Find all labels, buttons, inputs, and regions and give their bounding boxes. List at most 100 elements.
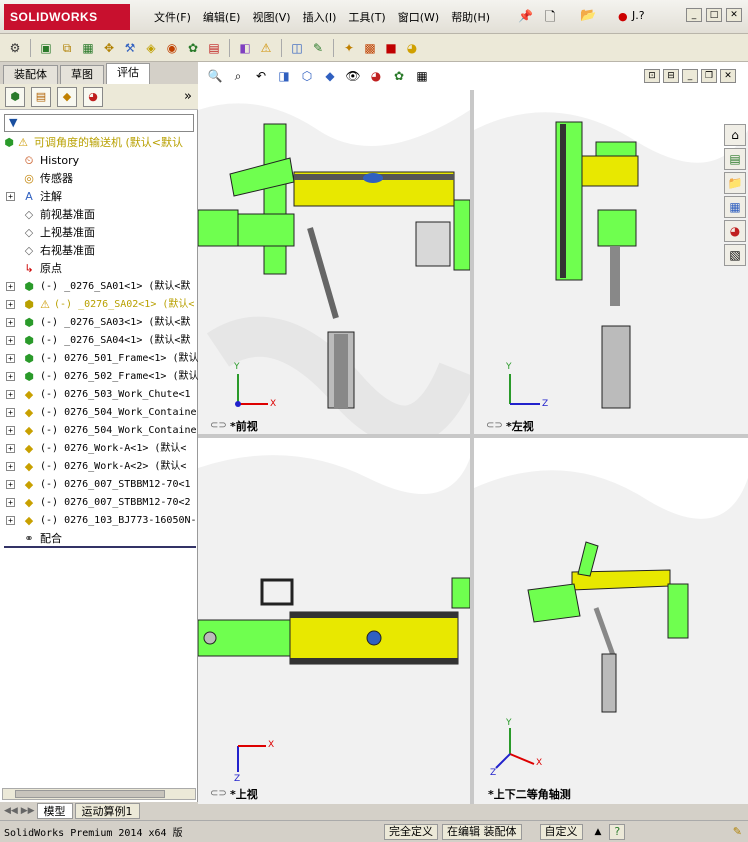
tree-item[interactable]: + ◆ (-) 0276_504_Work_Containe — [0, 422, 198, 440]
edit-appearance-icon[interactable]: ◕ — [367, 67, 385, 85]
assembly-feature-icon[interactable]: ◈ — [142, 39, 160, 57]
mate-icon[interactable]: ⧉ — [58, 39, 76, 57]
hide-show-items-icon[interactable]: 👁 — [344, 67, 362, 85]
status-units[interactable]: 自定义 — [539, 823, 583, 840]
tree-item[interactable]: + ⬢ (-) 0276_502_Frame<1> (默认 — [0, 368, 198, 386]
file-explorer-icon[interactable]: 📁 — [724, 172, 746, 194]
exploded-view-icon[interactable]: ◧ — [236, 39, 254, 57]
custom-properties-icon[interactable]: ▧ — [724, 244, 746, 266]
insert-component-icon[interactable]: ▣ — [37, 39, 55, 57]
tab-assembly[interactable]: 装配体 — [3, 65, 58, 84]
tree-item[interactable]: + ◆ (-) 0276_103_BJ773-16050N- — [0, 512, 198, 530]
expand-toggle-icon[interactable]: + — [6, 192, 15, 201]
expand-toggle-icon[interactable]: + — [6, 516, 15, 525]
expand-arrows-icon[interactable]: » — [184, 89, 192, 104]
zoom-area-icon[interactable]: ⌕ — [229, 67, 247, 85]
reference-geometry-icon[interactable]: ◉ — [163, 39, 181, 57]
quick-tips-icon[interactable]: ✎ — [733, 825, 742, 838]
viewport-isometric[interactable]: Y X Z *上下二等角轴测 — [474, 438, 748, 804]
property-manager-icon[interactable]: ▤ — [31, 86, 51, 107]
horizontal-scrollbar[interactable] — [2, 788, 196, 800]
tree-item[interactable]: + ◆ (-) 0276_007_STBBM12-70<1 — [0, 476, 198, 494]
menu-help[interactable]: 帮助(H) — [445, 9, 496, 27]
tree-item[interactable]: ◇ 右视基准面 — [0, 242, 198, 260]
viewport-minimize-button[interactable]: _ — [682, 69, 698, 83]
previous-view-icon[interactable]: ↶ — [252, 67, 270, 85]
tree-item[interactable]: + ◆ (-) 0276_504_Work_Containe — [0, 404, 198, 422]
viewport-splitter-horizontal[interactable] — [198, 434, 748, 438]
viewport-left[interactable]: Y Z ⊂⊃ *左视 — [474, 90, 748, 434]
large-design-review-icon[interactable]: ■ — [382, 39, 400, 57]
viewport-top[interactable]: X Z ⊂⊃ *上视 — [198, 438, 470, 804]
tree-item[interactable]: ◇ 前视基准面 — [0, 206, 198, 224]
filter-icon[interactable]: ▼ — [9, 116, 17, 129]
options-icon[interactable]: ⚙ — [6, 39, 24, 57]
minimize-button[interactable]: _ — [686, 8, 702, 22]
tree-item[interactable]: ⏲ History — [0, 152, 198, 170]
menu-tools[interactable]: 工具(T) — [342, 9, 391, 27]
menu-view[interactable]: 视图(V) — [246, 9, 296, 27]
tree-filter[interactable]: ▼ — [4, 114, 194, 132]
home-icon[interactable]: ⌂ — [724, 124, 746, 146]
section-view-icon[interactable]: ◨ — [275, 67, 293, 85]
tree-item[interactable]: + ◆ (-) 0276_Work-A<1> (默认< — [0, 440, 198, 458]
assembly-visualization-icon[interactable]: ▩ — [361, 39, 379, 57]
view-orientation-icon[interactable]: ⬡ — [298, 67, 316, 85]
tree-item[interactable]: + ⬢ (-) _0276_SA03<1> (默认<默 — [0, 314, 198, 332]
viewport-front[interactable]: Y X ⊂⊃ *前视 — [198, 90, 470, 434]
close-button[interactable]: ✕ — [726, 8, 742, 22]
expand-toggle-icon[interactable]: + — [6, 462, 15, 471]
expand-toggle-icon[interactable]: + — [6, 300, 15, 309]
help-icon[interactable]: ? — [609, 823, 626, 840]
design-library-icon[interactable]: ▤ — [724, 148, 746, 170]
new-document-icon[interactable]: 🗋 — [545, 8, 555, 30]
tree-item[interactable]: + ◆ (-) 0276_Work-A<2> (默认< — [0, 458, 198, 476]
viewport-single-button[interactable]: ⊟ — [663, 69, 679, 83]
tab-sketch[interactable]: 草图 — [60, 65, 104, 84]
open-folder-icon[interactable]: 📂 — [580, 8, 596, 23]
edit-component-icon[interactable]: ✎ — [309, 39, 327, 57]
tree-item[interactable]: + ⬢ (-) 0276_501_Frame<1> (默认 — [0, 350, 198, 368]
appearances-icon[interactable]: ◕ — [724, 220, 746, 242]
view-palette-icon[interactable]: ▦ — [724, 196, 746, 218]
tree-item[interactable]: + ◆ (-) 0276_503_Work_Chute<1 — [0, 386, 198, 404]
expand-toggle-icon[interactable]: + — [6, 444, 15, 453]
tree-root[interactable]: ⬢ ⚠ 可调角度的输送机 (默认<默认 — [0, 134, 198, 152]
zoom-to-fit-icon[interactable]: 🔍 — [206, 67, 224, 85]
interference-icon[interactable]: ⚠ — [257, 39, 275, 57]
tree-item[interactable]: ◇ 上视基准面 — [0, 224, 198, 242]
tree-item[interactable]: + ◆ (-) 0276_007_STBBM12-70<2 — [0, 494, 198, 512]
expand-toggle-icon[interactable]: + — [6, 426, 15, 435]
tree-item[interactable]: ◎ 传感器 — [0, 170, 198, 188]
units-arrow-icon[interactable]: ▲ — [595, 827, 602, 837]
tree-item[interactable]: + ⬢ ⚠ (-) _0276_SA02<1> (默认< — [0, 296, 198, 314]
tab-evaluate[interactable]: 评估 — [106, 63, 150, 84]
menu-file[interactable]: 文件(F) — [148, 9, 197, 27]
viewport-restore-button[interactable]: ❐ — [701, 69, 717, 83]
pin-icon[interactable]: 📌 — [518, 9, 533, 23]
tab-nav-arrows-icon[interactable]: ◀◀ ▶▶ — [4, 806, 35, 816]
move-component-icon[interactable]: ✥ — [100, 39, 118, 57]
display-style-icon[interactable]: ◆ — [321, 67, 339, 85]
tab-motion-study[interactable]: 运动算例1 — [74, 803, 140, 819]
tab-model[interactable]: 模型 — [36, 803, 73, 819]
viewport-link-button[interactable]: ⊡ — [644, 69, 660, 83]
expand-toggle-icon[interactable]: + — [6, 408, 15, 417]
expand-toggle-icon[interactable]: + — [6, 390, 15, 399]
user-label[interactable]: J.? — [632, 9, 645, 22]
expand-toggle-icon[interactable]: + — [6, 480, 15, 489]
tree-item[interactable]: ↳ 原点 — [0, 260, 198, 278]
smart-fastener-icon[interactable]: ⚒ — [121, 39, 139, 57]
menu-edit[interactable]: 编辑(E) — [197, 9, 247, 27]
linear-pattern-icon[interactable]: ▦ — [79, 39, 97, 57]
apply-scene-icon[interactable]: ✿ — [390, 67, 408, 85]
bom-icon[interactable]: ▤ — [205, 39, 223, 57]
expand-toggle-icon[interactable]: + — [6, 336, 15, 345]
hide-show-icon[interactable]: ◫ — [288, 39, 306, 57]
expand-toggle-icon[interactable]: + — [6, 372, 15, 381]
tree-item[interactable]: + ⬢ (-) _0276_SA04<1> (默认<默 — [0, 332, 198, 350]
expand-toggle-icon[interactable]: + — [6, 498, 15, 507]
expand-toggle-icon[interactable]: + — [6, 282, 15, 291]
menu-window[interactable]: 窗口(W) — [392, 9, 445, 27]
feature-manager-icon[interactable]: ⬢ — [5, 86, 25, 107]
